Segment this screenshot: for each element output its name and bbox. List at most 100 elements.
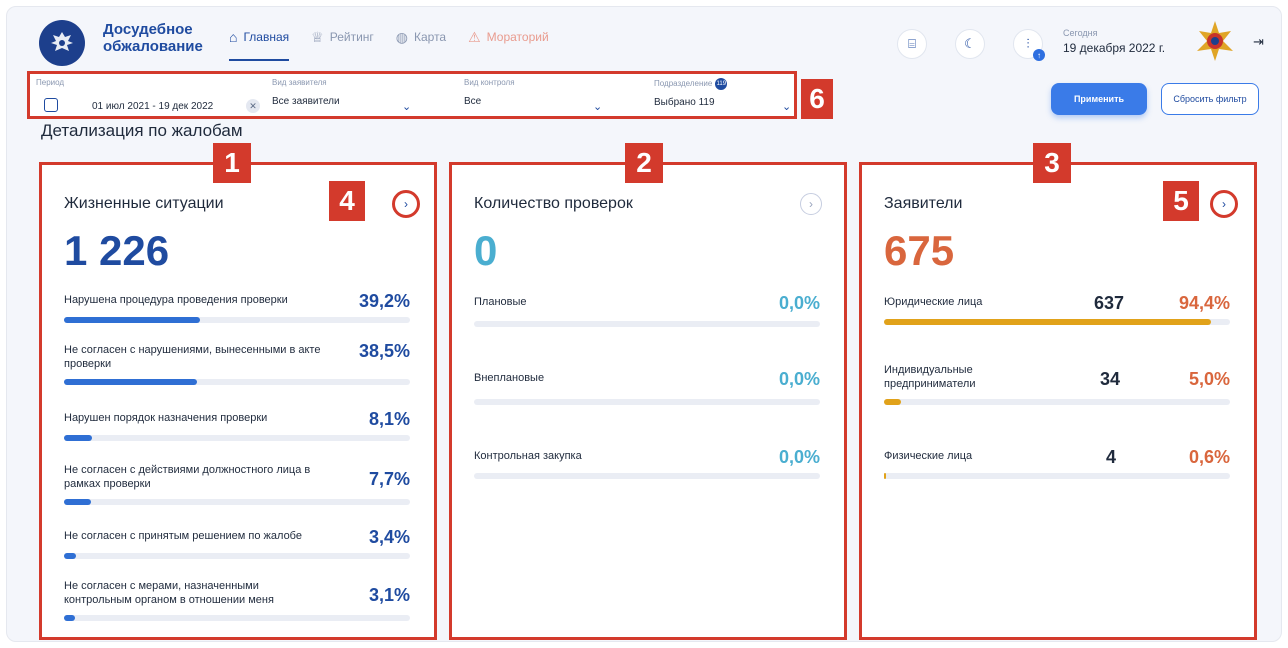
progress-fill: [64, 499, 91, 505]
chevron-right-icon[interactable]: ›: [392, 190, 420, 218]
row-count: 637: [1094, 293, 1125, 313]
control-value: Все: [464, 96, 482, 107]
apply-button[interactable]: Применить: [1051, 83, 1147, 115]
row-percent: 8,1%: [368, 409, 410, 429]
globe-icon: ◍: [395, 28, 408, 45]
row-label: Не согласен с нарушениями, вынесенными в…: [64, 344, 321, 370]
clear-period-icon[interactable]: ✕: [246, 99, 260, 113]
progress-track: [64, 615, 410, 621]
nav-active-indicator: [229, 59, 289, 61]
reset-filter-button[interactable]: Сбросить фильтр: [1161, 83, 1259, 115]
filter-settings-button[interactable]: ⫶ ↑: [1013, 29, 1045, 61]
progress-fill: [64, 379, 198, 385]
brand-title[interactable]: Досудебное обжалование: [103, 21, 223, 55]
progress-fill: [884, 399, 902, 405]
applicant-label: Вид заявителя: [272, 78, 327, 87]
arrow-up-badge-icon: ↑: [1033, 49, 1045, 61]
total-count: 0: [474, 227, 498, 274]
period-filter[interactable]: Период: [36, 78, 64, 87]
progress-track: [64, 379, 410, 385]
theme-toggle-button[interactable]: ☾: [955, 29, 985, 59]
progress-track: [474, 473, 820, 479]
row-label: Индивидуальные предприниматели: [884, 364, 976, 390]
row-percent: 38,5%: [358, 341, 410, 361]
row-percent: 0,0%: [778, 369, 820, 389]
today-label: Сегодня: [1063, 28, 1098, 38]
progress-track: [64, 499, 410, 505]
division-filter[interactable]: Подразделение 119 Выбрано 119: [654, 78, 728, 108]
progress-fill: [884, 319, 1211, 325]
filter-bar: Период 01 июл 2021 - 19 дек 2022 ✕ Вид з…: [27, 71, 797, 119]
hierarchy-icon: ⌸: [908, 36, 916, 51]
chevron-down-icon[interactable]: ⌄: [593, 100, 602, 113]
card-life-situations: Жизненные ситуации › 1 226 Нарушена проц…: [39, 162, 437, 640]
progress-track: [884, 399, 1230, 405]
home-icon: ⌂: [229, 29, 238, 45]
eagle-icon: [51, 32, 73, 51]
structure-button[interactable]: ⌸: [897, 29, 927, 59]
row-label: Юридические лица: [884, 296, 983, 308]
callout-4: 4: [329, 181, 365, 221]
nav-moratorium-label: Мораторий: [486, 30, 549, 44]
nav-home[interactable]: ⌂ Главная: [229, 27, 289, 47]
total-count: 1 226: [64, 227, 170, 274]
logout-icon[interactable]: ⇥: [1253, 34, 1264, 50]
moon-icon: ☾: [964, 36, 976, 51]
row-label: Не согласен с мерами, назначенными контр…: [64, 580, 274, 606]
today-date: 19 декабря 2022 г.: [1063, 41, 1166, 55]
row-label: Физические лица: [884, 450, 973, 462]
applicant-filter[interactable]: Вид заявителя Все заявители: [272, 78, 340, 107]
row-label: Нарушен порядок назначения проверки: [64, 412, 268, 424]
row-percent: 39,2%: [358, 291, 410, 311]
card-applicants: Заявители › 675 Юридические лица 637 94,…: [859, 162, 1257, 640]
division-count-badge: 119: [715, 78, 728, 90]
calendar-icon[interactable]: [44, 98, 58, 112]
row-percent: 5,0%: [1188, 369, 1230, 389]
today-block: Сегодня 19 декабря 2022 г.: [1063, 28, 1165, 55]
card-inspections: Количество проверок › 0 Плановые 0,0% Вн…: [449, 162, 847, 640]
division-value: Выбрано 119: [654, 97, 715, 108]
nav-home-label: Главная: [243, 30, 290, 44]
callout-3: 3: [1033, 143, 1071, 183]
progress-track: [64, 435, 410, 441]
chevron-down-icon[interactable]: ⌄: [402, 100, 411, 113]
row-percent: 7,7%: [368, 469, 410, 489]
division-label-text: Подразделение: [654, 79, 713, 89]
row-count: 4: [1106, 447, 1117, 467]
progress-fill: [64, 317, 200, 323]
card-title: Заявители: [884, 195, 963, 212]
progress-track: [884, 473, 1230, 479]
chevron-down-icon[interactable]: ⌄: [782, 100, 791, 113]
nav-map-label: Карта: [414, 30, 447, 44]
nav-moratorium[interactable]: ⚠ Мораторий: [468, 27, 549, 47]
chevron-right-icon[interactable]: ›: [1210, 190, 1238, 218]
period-label: Период: [36, 78, 65, 87]
progress-fill: [64, 553, 76, 559]
row-label: Контрольная закупка: [474, 450, 582, 462]
control-label: Вид контроля: [464, 78, 515, 87]
ministry-emblem-icon: [1197, 21, 1233, 61]
callout-5: 5: [1163, 181, 1199, 221]
top-header: Досудебное обжалование ⌂ Главная ♕ Рейти…: [7, 7, 1281, 67]
row-count: 34: [1100, 369, 1121, 389]
control-filter[interactable]: Вид контроля Все: [464, 78, 515, 107]
progress-track: [64, 553, 410, 559]
nav-rating-label: Рейтинг: [329, 30, 374, 44]
progress-fill: [64, 435, 93, 441]
trophy-icon: ♕: [311, 28, 324, 45]
main-nav: ⌂ Главная ♕ Рейтинг ◍ Карта ⚠ Мораторий: [229, 27, 571, 47]
row-percent: 0,6%: [1188, 447, 1230, 467]
app-window: Досудебное обжалование ⌂ Главная ♕ Рейти…: [6, 6, 1282, 642]
row-label: Внеплановые: [474, 372, 545, 384]
period-value[interactable]: 01 июл 2021 - 19 дек 2022: [92, 101, 213, 112]
progress-fill: [884, 473, 887, 479]
nav-rating[interactable]: ♕ Рейтинг: [311, 27, 374, 47]
progress-track: [64, 317, 410, 323]
progress-track: [884, 319, 1230, 325]
nav-map[interactable]: ◍ Карта: [396, 27, 446, 47]
chevron-right-icon[interactable]: ›: [800, 193, 822, 215]
logo-emblem[interactable]: [39, 20, 85, 66]
row-label: Плановые: [474, 296, 527, 308]
callout-1: 1: [213, 143, 251, 183]
row-label: Не согласен с действиями должностного ли…: [64, 464, 311, 490]
